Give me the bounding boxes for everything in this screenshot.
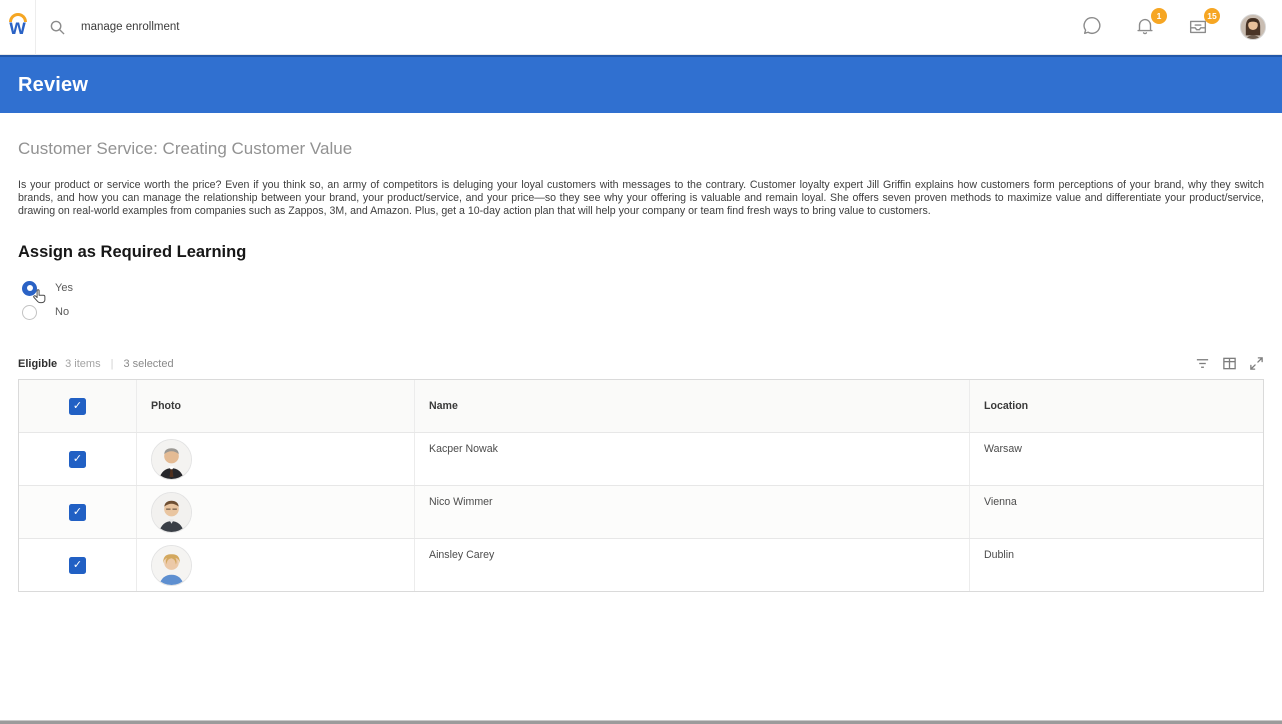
radio-yes-label[interactable]: Yes xyxy=(55,282,73,294)
filter-button[interactable] xyxy=(1195,356,1210,371)
row-location: Vienna xyxy=(970,486,1263,538)
radio-yes[interactable] xyxy=(22,281,37,296)
check-icon: ✓ xyxy=(73,454,82,465)
select-all-checkbox[interactable]: ✓ xyxy=(69,398,86,415)
table-row: ✓ Ainsley Carey Dublin xyxy=(19,538,1263,591)
section-heading: Assign as Required Learning xyxy=(18,243,1264,262)
eligible-selected-count: 3 selected xyxy=(123,358,173,370)
page-banner: Review xyxy=(0,55,1282,113)
radio-no-label[interactable]: No xyxy=(55,306,69,318)
search-input[interactable] xyxy=(81,21,481,33)
inbox-badge: 15 xyxy=(1204,8,1220,24)
course-title: Customer Service: Creating Customer Valu… xyxy=(18,139,1264,159)
page-title: Review xyxy=(18,74,88,97)
profile-avatar-image xyxy=(1241,15,1265,39)
table-columns-icon xyxy=(1222,356,1237,371)
profile-photo xyxy=(151,492,192,533)
row-checkbox[interactable]: ✓ xyxy=(69,504,86,521)
required-learning-radio-group: Yes No xyxy=(18,276,1264,324)
radio-no[interactable] xyxy=(22,305,37,320)
radio-row-no: No xyxy=(18,300,1264,324)
chat-bubble-icon xyxy=(1081,15,1103,37)
check-icon: ✓ xyxy=(73,560,82,571)
row-photo-cell xyxy=(137,539,415,591)
row-photo-cell xyxy=(137,486,415,538)
notifications-button[interactable]: 1 xyxy=(1134,15,1158,39)
check-icon: ✓ xyxy=(73,507,82,518)
table-row: ✓ Kacper Nowak Warsaw xyxy=(19,432,1263,485)
row-name: Kacper Nowak xyxy=(415,433,970,485)
filter-icon xyxy=(1195,356,1210,371)
logo-letter: w xyxy=(9,17,25,38)
course-description: Is your product or service worth the pri… xyxy=(18,179,1264,218)
eligible-table: ✓ Photo Name Location ✓ xyxy=(18,379,1264,592)
workday-logo[interactable]: w xyxy=(0,0,36,55)
expand-table-button[interactable] xyxy=(1249,356,1264,371)
chat-button[interactable] xyxy=(1081,15,1105,39)
row-checkbox-cell: ✓ xyxy=(19,486,137,538)
check-icon: ✓ xyxy=(73,401,82,412)
row-name: Nico Wimmer xyxy=(415,486,970,538)
table-header-row: ✓ Photo Name Location xyxy=(19,380,1263,432)
notifications-badge: 1 xyxy=(1151,8,1167,24)
row-checkbox-cell: ✓ xyxy=(19,433,137,485)
row-checkbox-cell: ✓ xyxy=(19,539,137,591)
row-location: Dublin xyxy=(970,539,1263,591)
topbar-actions: 1 15 xyxy=(1081,14,1266,40)
header-photo[interactable]: Photo xyxy=(137,380,415,432)
table-row: ✓ Nico Wimmer Vienna xyxy=(19,485,1263,538)
row-name: Ainsley Carey xyxy=(415,539,970,591)
header-location[interactable]: Location xyxy=(970,380,1263,432)
expand-icon xyxy=(1249,356,1264,371)
row-photo-cell xyxy=(137,433,415,485)
table-toolbar xyxy=(1195,356,1264,371)
eligible-separator: | xyxy=(111,358,114,370)
search-bar xyxy=(50,20,1081,35)
main-content: Customer Service: Creating Customer Valu… xyxy=(0,139,1282,592)
eligible-title: Eligible xyxy=(18,358,57,370)
row-checkbox[interactable]: ✓ xyxy=(69,557,86,574)
column-settings-button[interactable] xyxy=(1222,356,1237,371)
row-checkbox[interactable]: ✓ xyxy=(69,451,86,468)
bottom-edge-bar xyxy=(0,720,1282,724)
eligible-items-count: 3 items xyxy=(65,358,100,370)
top-bar: w 1 15 xyxy=(0,0,1282,55)
row-location: Warsaw xyxy=(970,433,1263,485)
inbox-button[interactable]: 15 xyxy=(1187,15,1211,39)
profile-avatar[interactable] xyxy=(1240,14,1266,40)
profile-photo xyxy=(151,545,192,586)
header-name[interactable]: Name xyxy=(415,380,970,432)
eligible-header-bar: Eligible 3 items | 3 selected xyxy=(18,356,1264,371)
search-icon xyxy=(50,20,65,35)
radio-row-yes: Yes xyxy=(18,276,1264,300)
profile-photo xyxy=(151,439,192,480)
header-checkbox-cell: ✓ xyxy=(19,380,137,432)
